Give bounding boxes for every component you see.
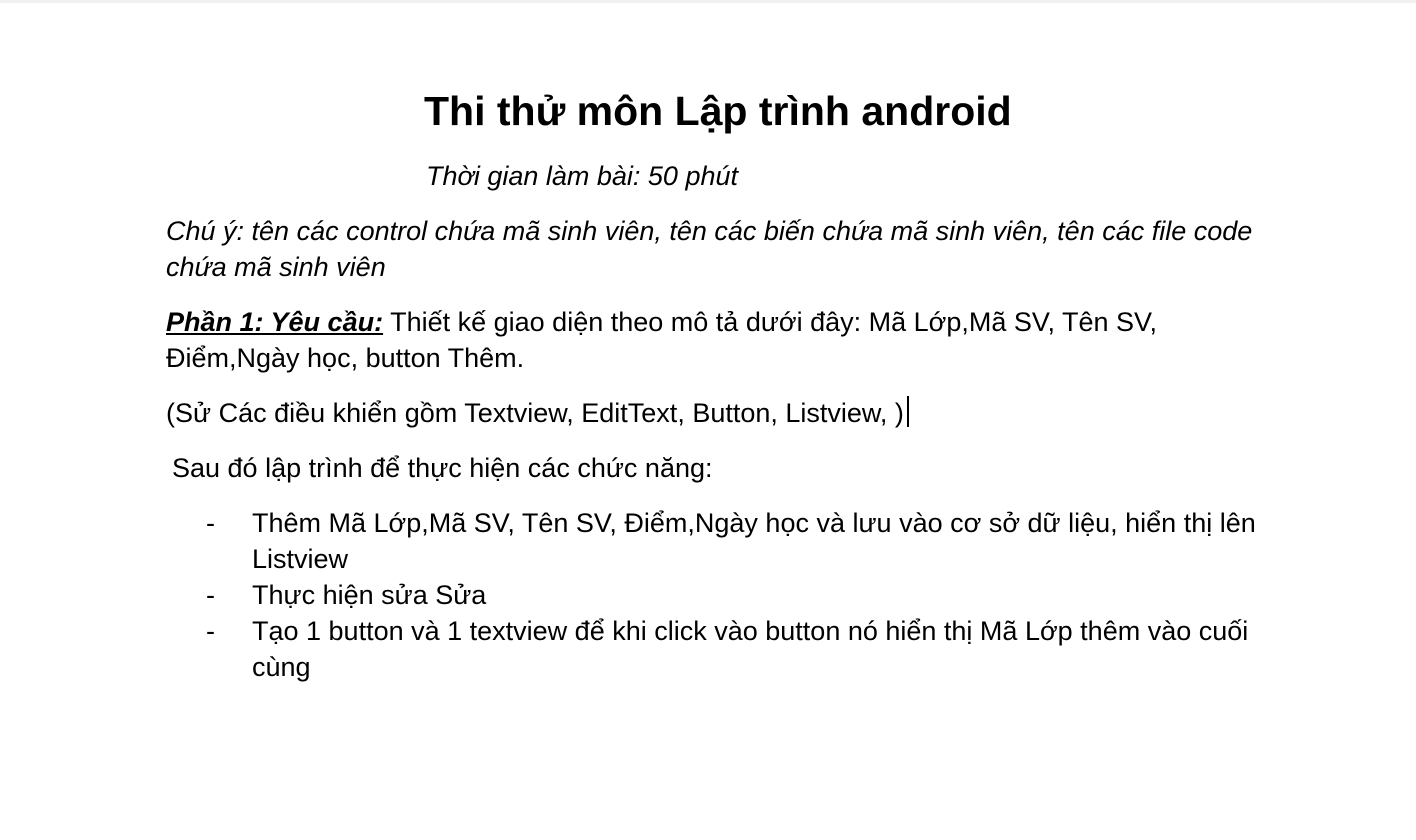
bullet-dash: - [206,508,215,538]
bullet-dash: - [206,616,215,646]
requirement-paragraph: Phần 1: Yêu cầu: Thiết kế giao diện theo… [166,304,1296,376]
task-list: - Thêm Mã Lớp,Mã SV, Tên SV, Điểm,Ngày họ… [0,505,1300,685]
controls-paragraph: (Sử Các điều khiển gồm Textview, EditTex… [166,395,1296,431]
list-item: - Thực hiện sửa Sửa [0,577,1300,613]
list-item: - Thêm Mã Lớp,Mã SV, Tên SV, Điểm,Ngày họ… [0,505,1300,577]
controls-text: (Sử Các điều khiển gồm Textview, EditTex… [166,398,904,428]
intro-paragraph: Sau đó lập trình để thực hiện các chức n… [172,453,713,483]
document-title: Thi thử môn Lập trình android [424,88,1012,134]
text-cursor [906,396,909,427]
document-page[interactable]: Thi thử môn Lập trình android Thời gian … [0,0,1416,840]
list-item: - Tạo 1 button và 1 textview để khi click… [0,613,1300,685]
task-text: Thực hiện sửa Sửa [252,580,487,610]
bullet-dash: - [206,580,215,610]
task-text: Thêm Mã Lớp,Mã SV, Tên SV, Điểm,Ngày học… [252,508,1256,574]
note-paragraph: Chú ý: tên các control chứa mã sinh viên… [166,216,1253,282]
exam-duration: Thời gian làm bài: 50 phút [426,161,739,191]
requirement-label: Phần 1: Yêu cầu: [166,307,384,337]
task-text: Tạo 1 button và 1 textview để khi click … [252,616,1249,682]
